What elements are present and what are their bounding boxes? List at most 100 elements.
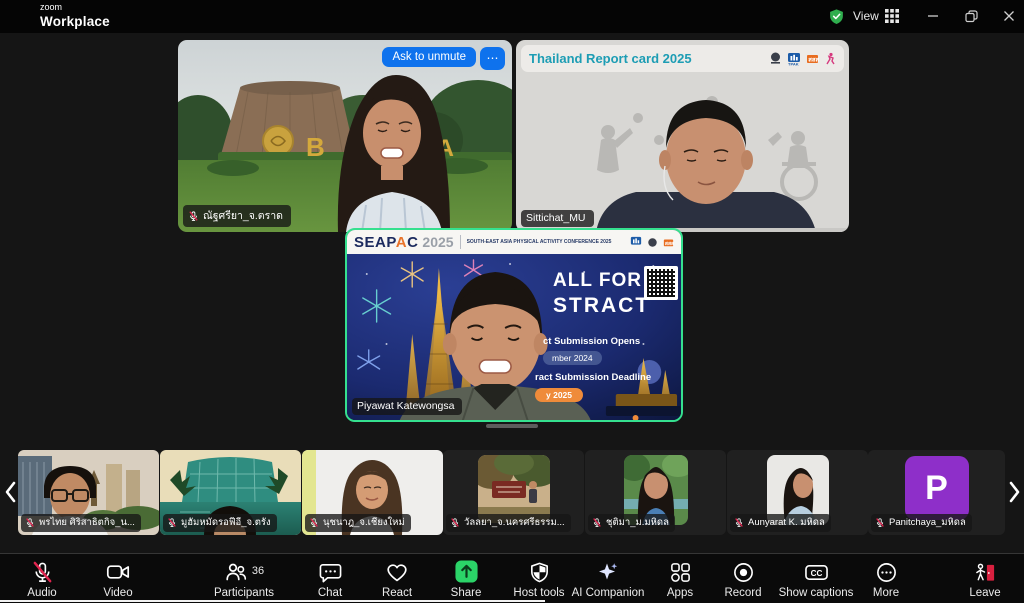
meeting-toolbar: Audio Video 36 Participants Chat React [0,553,1024,603]
react-label: React [382,587,412,599]
ai-sparkle-icon [596,560,620,584]
audio-label: Audio [27,587,56,599]
mic-muted-icon [188,210,199,222]
view-label: View [853,9,879,23]
restore-button[interactable] [960,6,982,26]
left-video-feed: B IA [178,40,512,232]
participant-name-pill: Piyawat Katewongsa [352,398,462,415]
mic-muted-icon [592,517,602,528]
banner-logos: TPAK สสส [769,52,836,66]
tpak-logo-icon: TPAK [787,52,801,66]
participant-name: วัลลยา_จ.นครศรีธรรม... [464,515,565,530]
tpak-logo-icon [630,236,642,248]
thaihealth-logo-icon: สสส [806,52,819,65]
video-label: Video [103,587,132,599]
seapac-subtitle: SOUTH-EAST ASIA PHYSICAL ACTIVITY CONFER… [467,239,617,245]
share-screen-icon [454,559,479,584]
strip-tile-panitchaya[interactable]: P Panitchaya_มหิดล [868,450,1005,535]
video-tile-piyawat-active-speaker[interactable]: SEAPAC 2025 SOUTH-EAST ASIA PHYSICAL ACT… [345,228,683,422]
seapac-header-logos: สสส [630,236,674,248]
participant-name: ณัฐศรียา_จ.ตราด [203,207,283,224]
zoom-meeting-window: zoom Workplace View [0,0,1024,603]
mic-muted-icon [734,517,744,528]
video-tile-sittichat[interactable]: Thailand Report card 2025 TPAK สสส Sitti… [516,40,849,232]
tile-more-button[interactable]: ⋯ [480,47,505,70]
video-button[interactable]: Video [63,559,173,599]
video-tile-natsariya[interactable]: B IA Ask to unmute ⋯ ณัฐศรียา_จ.ตราด [178,40,512,232]
participant-name-pill: นุชนาฎ_จ.เชียงใหม่ [305,514,411,532]
view-button[interactable]: View [853,9,899,23]
org-logo-icon [647,237,658,248]
participant-name: พรไทย ศิริสาธิตกิจ_น... [39,515,135,530]
close-button[interactable] [998,6,1020,26]
chat-bubble-icon [319,561,342,584]
strip-tile-nuchanat[interactable]: นุชนาฎ_จ.เชียงใหม่ [302,450,443,535]
more-label: More [873,587,899,599]
chat-label: Chat [318,587,342,599]
grid-view-icon [885,9,899,23]
closed-captions-icon: CC [804,561,829,584]
bottom-edge-line [0,600,545,602]
minimize-button[interactable] [922,6,944,26]
avatar-letter: P [925,469,948,508]
participants-count: 36 [252,565,264,577]
security-shield-icon[interactable] [828,8,845,25]
seapac-brand: SEAPAC [354,234,418,251]
strip-tile-pornthai[interactable]: พรไทย ศิริสาธิตกิจ_น... [18,450,159,535]
strip-tile-muhammad[interactable]: มูฮัมหมัดรอฟีอี_จ.ตรัง [160,450,301,535]
thailand-report-banner: Thailand Report card 2025 TPAK สสส [521,45,844,72]
participant-name-pill: มูฮัมหมัดรอฟีอี_จ.ตรัง [163,514,277,532]
video-camera-icon [106,560,130,584]
seapac-header: SEAPAC 2025 SOUTH-EAST ASIA PHYSICAL ACT… [347,230,681,254]
mic-muted-icon [167,517,177,528]
title-bar: zoom Workplace View [0,0,1024,33]
leave-label: Leave [969,587,1000,599]
ask-to-unmute-button[interactable]: Ask to unmute [382,47,476,67]
participant-name: มูฮัมหมัดรอฟีอี_จ.ตรัง [181,515,271,530]
strip-tile-chutima[interactable]: ชุติมา_ม.มหิดล [585,450,726,535]
mic-muted-icon [309,517,319,528]
poster-deadline-date: y 2025 [535,388,583,402]
banner-title: Thailand Report card 2025 [529,51,769,66]
app-logo: zoom Workplace [40,3,110,30]
more-dots-icon [875,561,898,584]
poster-opens-text: ct Submission Opens [543,336,640,347]
participant-name-pill: ณัฐศรียา_จ.ตราด [183,205,291,227]
svg-text:TPAK: TPAK [788,61,799,65]
strip-tile-wanlaya[interactable]: วัลลยา_จ.นครศรีธรรม... [443,450,584,535]
seapac-year: 2025 [422,234,453,250]
letter-avatar: P [905,456,969,520]
scene-letter-b: B [306,132,325,162]
svg-text:สสส: สสส [665,241,674,247]
share-label: Share [451,587,482,599]
record-label: Record [724,587,761,599]
mic-muted-icon [31,561,54,584]
strip-tile-aunyarat[interactable]: Aunyarat K. มหิดล [727,450,868,535]
participant-name: Aunyarat K. มหิดล [748,515,825,530]
header-divider [460,235,461,249]
org-logo-icon [769,52,782,65]
filmstrip-scroll-right[interactable] [1005,476,1023,508]
filmstrip-scroll-left[interactable] [1,476,19,508]
participant-name-pill: Aunyarat K. มหิดล [730,514,831,532]
participant-name-pill: พรไทย ศิริสาธิตกิจ_น... [21,514,141,532]
profile-photo [478,455,550,523]
participant-name: นุชนาฎ_จ.เชียงใหม่ [323,515,405,530]
thaihealth-logo-icon: สสส [663,237,674,248]
participant-name: Panitchaya_มหิดล [889,515,966,530]
poster-deadline-text: ract Submission Deadline [535,372,651,383]
mic-muted-icon [450,517,460,528]
panel-drag-handle[interactable] [486,424,538,428]
poster-opens-date: mber 2024 [543,351,602,365]
brand-zoom: zoom [40,3,110,12]
participant-name: Sittichat_MU [526,212,586,224]
leave-button[interactable]: Leave [930,559,1024,599]
heart-icon [385,560,409,584]
participants-label: Participants [214,587,274,599]
participants-icon [224,560,248,584]
poster-title-line1: ALL FOR [553,270,642,292]
svg-text:CC: CC [810,569,822,578]
more-button[interactable]: More [831,559,941,599]
poster-title-line2: STRACT [553,294,650,318]
participant-name-pill: Sittichat_MU [521,210,594,227]
